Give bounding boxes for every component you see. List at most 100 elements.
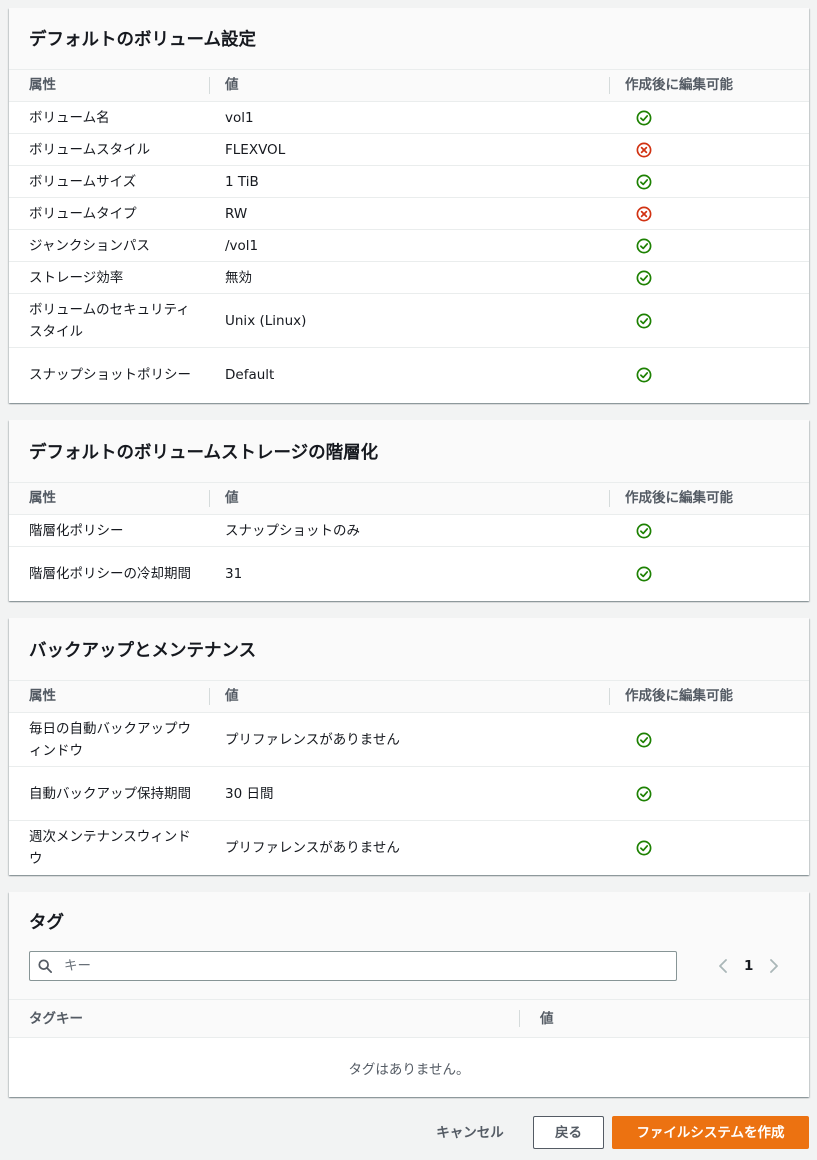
- tag-search-box[interactable]: [29, 951, 677, 981]
- pagination: 1: [717, 951, 780, 981]
- table-body: ボリューム名 vol1 ボリュームスタイル FLEXVOL ボリュームサイズ 1 TiB ボ…: [9, 102, 809, 402]
- create-file-system-button[interactable]: ファイルシステムを作成: [612, 1116, 809, 1149]
- panel-header: バックアップとメンテナンス: [9, 618, 809, 681]
- panel-title: デフォルトのボリューム設定: [29, 30, 256, 50]
- empty-message: タグはありません。: [348, 1061, 470, 1078]
- column-divider: [609, 688, 610, 705]
- attribute-value: Default: [225, 367, 275, 383]
- table-row: ボリュームタイプ RW: [9, 198, 809, 230]
- panel-title: バックアップとメンテナンス: [29, 640, 257, 661]
- editable-status: [636, 515, 666, 546]
- empty-state: タグはありません。: [9, 1038, 809, 1097]
- editable-status: [636, 134, 666, 165]
- panel-header: デフォルトのボリュームストレージの階層化: [9, 420, 809, 483]
- editable-status: [636, 230, 666, 261]
- attribute-value: /vol1: [225, 237, 259, 254]
- search-icon: [38, 959, 52, 973]
- editable-status: [636, 294, 666, 347]
- table-row: スナップショットポリシー Default: [9, 348, 809, 402]
- column-divider: [609, 490, 610, 507]
- column-header-value: 値: [225, 77, 239, 93]
- chevron-left-icon[interactable]: [717, 959, 729, 973]
- status-negative-icon: [636, 206, 652, 221]
- status-negative-icon: [636, 142, 652, 157]
- status-positive-icon: [636, 110, 652, 125]
- column-header-editable: 作成後に編集可能: [625, 490, 733, 506]
- editable-status: [636, 262, 666, 293]
- attribute-value: RW: [225, 205, 248, 222]
- table-row: ストレージ効率 無効: [9, 262, 809, 294]
- editable-status: [636, 198, 666, 229]
- column-divider: [609, 77, 610, 94]
- editable-status: [636, 767, 666, 820]
- tags-panel: タグ 1 タグキー 値 タグはありません。: [9, 892, 809, 1097]
- table-header: 属性 値 作成後に編集可能: [9, 483, 809, 515]
- table-row: 階層化ポリシーの冷却期間 31: [9, 547, 809, 601]
- column-header-attr: 属性: [29, 77, 56, 93]
- column-divider: [209, 77, 210, 94]
- panel-title: タグ: [29, 912, 64, 933]
- table-row: ボリュームスタイル FLEXVOL: [9, 134, 809, 166]
- status-positive-icon: [636, 840, 652, 856]
- attribute-name: ボリューム名: [29, 109, 110, 126]
- table-row: 毎日の自動バックアップウィンドウ プリファレンスがありません: [9, 713, 809, 767]
- backup-maintenance-panel: バックアップとメンテナンス 属性 値 作成後に編集可能 毎日の自動バックアップウ…: [9, 618, 809, 875]
- attribute-name: ボリュームのセキュリティスタイル: [29, 301, 190, 340]
- page-number[interactable]: 1: [744, 958, 753, 974]
- status-positive-icon: [636, 732, 652, 747]
- attribute-value: 30 日間: [225, 785, 274, 802]
- editable-status: [636, 821, 666, 875]
- status-positive-icon: [636, 566, 652, 582]
- table-row: ジャンクションパス/vol1: [9, 230, 809, 262]
- table-header: 属性 値 作成後に編集可能: [9, 681, 809, 713]
- table-row: 階層化ポリシー スナップショットのみ: [9, 515, 809, 547]
- status-positive-icon: [636, 786, 652, 801]
- table-body: 毎日の自動バックアップウィンドウ プリファレンスがありません 自動バックアップ保持期…: [9, 713, 809, 875]
- column-header-tag-key: タグキー: [29, 1011, 83, 1027]
- editable-status: [636, 348, 666, 402]
- editable-status: [636, 713, 666, 766]
- volume-settings-panel: デフォルトのボリューム設定 属性 値 作成後に編集可能 ボリューム名 vol1 ボリ…: [9, 8, 809, 403]
- panel-title: デフォルトのボリュームストレージの階層化: [29, 442, 379, 463]
- chevron-right-icon[interactable]: [768, 959, 780, 973]
- attribute-value: vol1: [225, 109, 254, 126]
- column-header-editable: 作成後に編集可能: [625, 77, 733, 93]
- attribute-value: スナップショットのみ: [225, 522, 360, 539]
- column-header-attr: 属性: [29, 688, 56, 704]
- cancel-button[interactable]: キャンセル: [420, 1116, 520, 1149]
- status-positive-icon: [636, 313, 652, 328]
- table-row: ボリュームのセキュリティスタイル Unix (Linux): [9, 294, 809, 348]
- table-row: 自動バックアップ保持期間 30 日間: [9, 767, 809, 821]
- tag-search-input[interactable]: [64, 952, 664, 980]
- attribute-value: プリファレンスがありません: [225, 840, 400, 856]
- attribute-value: 無効: [225, 269, 252, 286]
- editable-status: [636, 166, 666, 197]
- attribute-value: FLEXVOL: [225, 141, 286, 158]
- tiering-panel: デフォルトのボリュームストレージの階層化 属性 値 作成後に編集可能 階層化ポリ…: [9, 420, 809, 601]
- status-positive-icon: [636, 270, 652, 285]
- table-header: 属性 値 作成後に編集可能: [9, 70, 809, 102]
- status-positive-icon: [636, 174, 652, 189]
- attribute-value: プリファレンスがありません: [225, 731, 400, 748]
- status-positive-icon: [636, 367, 652, 383]
- back-button[interactable]: 戻る: [533, 1116, 604, 1149]
- column-header-value: 値: [225, 688, 239, 704]
- column-divider: [519, 1010, 520, 1027]
- attribute-value: Unix (Linux): [225, 312, 307, 329]
- attribute-name: 自動バックアップ保持期間: [29, 785, 191, 802]
- column-header-value: 値: [225, 490, 239, 506]
- panel-header: デフォルトのボリューム設定: [9, 8, 809, 70]
- attribute-name: 階層化ポリシーの冷却期間: [29, 566, 191, 582]
- attribute-value: 1 TiB: [225, 173, 259, 190]
- table-body: 階層化ポリシー スナップショットのみ 階層化ポリシーの冷却期間 31: [9, 515, 809, 601]
- column-header-tag-value: 値: [540, 1011, 554, 1027]
- editable-status: [636, 102, 666, 133]
- attribute-name: 週次メンテナンスウィンドウ: [29, 829, 191, 867]
- attribute-name: スナップショットポリシー: [29, 367, 191, 383]
- column-header-attr: 属性: [29, 490, 56, 506]
- attribute-name: ボリュームサイズ: [29, 173, 137, 190]
- attribute-name: 毎日の自動バックアップウィンドウ: [29, 720, 191, 759]
- column-divider: [209, 490, 210, 507]
- attribute-name: ボリュームタイプ: [29, 205, 137, 222]
- status-positive-icon: [636, 523, 652, 538]
